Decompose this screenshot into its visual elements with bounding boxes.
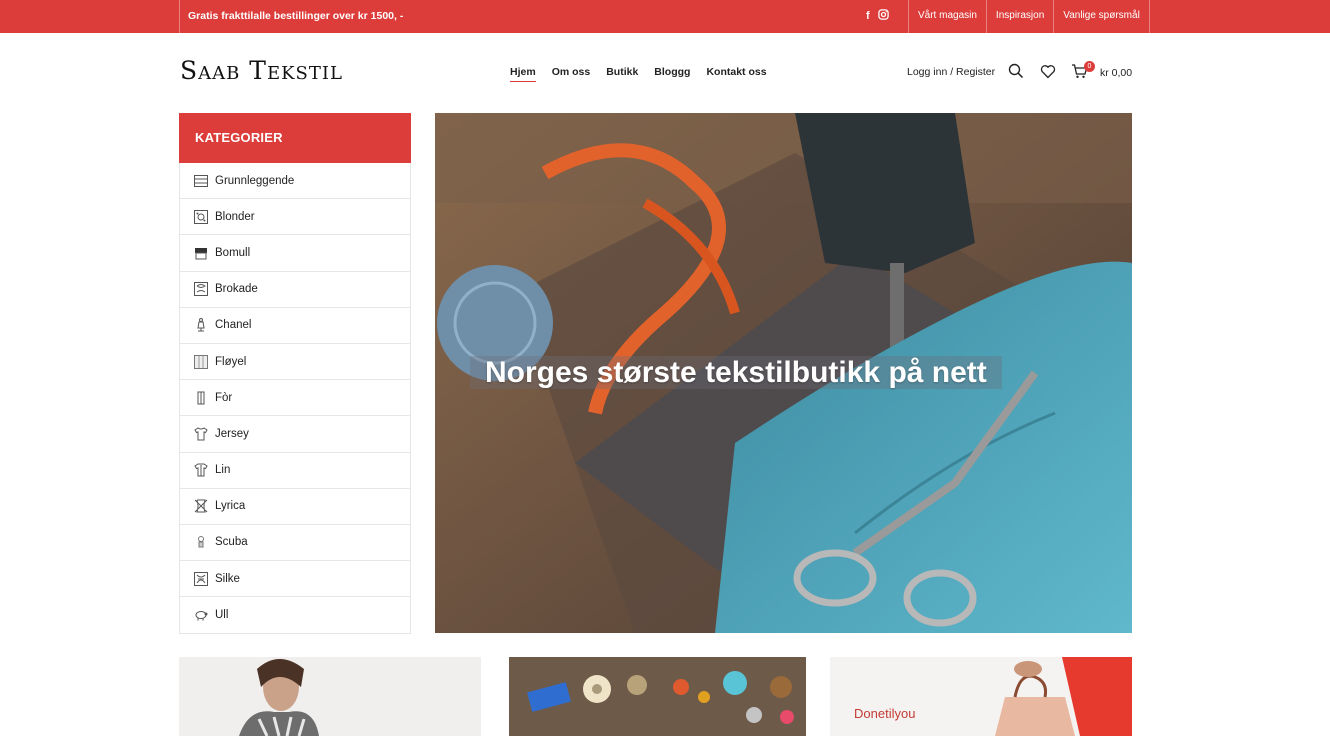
category-label: Lin [215,464,231,477]
heart-icon[interactable] [1039,62,1057,80]
handbag-image [830,657,1132,736]
promo-tile-buttons[interactable] [509,657,806,736]
category-label: Blonder [215,210,255,223]
category-sidebar: KATEGORIER Grunnleggende Blonder Bomull … [179,113,411,635]
stretch-icon [194,499,208,513]
category-label: Scuba [215,536,248,549]
cart-count-badge: 0 [1084,61,1095,72]
category-item-bomull[interactable]: Bomull [180,235,410,272]
promo-tile-fashion[interactable] [179,657,481,736]
scuba-icon [194,535,208,549]
top-bar: Gratis frakttilalle bestillinger over kr… [0,0,1330,33]
top-link-magazine[interactable]: Vårt magasin [908,0,986,33]
sheep-icon [194,608,208,622]
fabric-roll-icon [194,174,208,188]
category-label: Jersey [215,427,249,440]
category-list: Grunnleggende Blonder Bomull Brokade Cha… [179,163,411,635]
instagram-icon[interactable] [877,9,889,24]
top-link-inspiration[interactable]: Inspirasjon [985,0,1053,33]
category-item-scuba[interactable]: Scuba [180,525,410,562]
category-label: Ull [215,609,229,622]
category-item-lin[interactable]: Lin [180,453,410,489]
lace-icon [194,209,208,224]
category-item-blonder[interactable]: Blonder [180,199,410,236]
search-icon[interactable] [1007,62,1025,80]
top-bar-divider [179,0,180,33]
login-register-link[interactable]: Logg inn / Register [907,66,995,78]
social-links: f [866,9,889,24]
category-item-ull[interactable]: Ull [180,597,410,633]
top-link-faq[interactable]: Vanlige spørsmål [1053,0,1150,33]
promo-tile-bags[interactable]: Donetilyou [830,657,1132,736]
lining-icon [194,391,208,405]
linen-shirt-icon [194,463,208,477]
category-item-brokade[interactable]: Brokade [180,272,410,308]
top-links: Vårt magasin Inspirasjon Vanlige spørsmå… [908,0,1150,33]
category-item-floyel[interactable]: Fløyel [180,344,410,381]
category-label: Brokade [215,283,258,296]
category-item-for[interactable]: Fòr [180,380,410,417]
category-label: Fløyel [215,355,247,368]
nav-home[interactable]: Hjem [510,66,536,82]
nav-shop[interactable]: Butikk [606,66,638,82]
velvet-icon [194,354,208,369]
mannequin-icon [194,318,208,332]
category-label: Chanel [215,319,252,332]
cotton-icon [194,246,208,260]
category-label: Grunnleggende [215,174,295,187]
silk-icon [194,571,208,586]
sidebar-title: KATEGORIER [179,113,411,163]
category-item-jersey[interactable]: Jersey [180,416,410,453]
category-item-silke[interactable]: Silke [180,561,410,598]
category-label: Lyrica [215,500,246,513]
main-nav: Hjem Om oss Butikk Bloggg Kontakt oss [510,66,767,82]
brand-name: Donetilyou [854,706,916,721]
category-item-lyrica[interactable]: Lyrica [180,489,410,525]
shipping-promo: Gratis frakttilalle bestillinger over kr… [188,10,404,22]
category-label: Fòr [215,391,233,404]
brocade-icon [194,282,208,297]
nav-contact[interactable]: Kontakt oss [706,66,766,82]
nav-about[interactable]: Om oss [552,66,591,82]
category-item-chanel[interactable]: Chanel [180,308,410,344]
model-image [179,657,481,736]
category-item-grunnleggende[interactable]: Grunnleggende [180,163,410,200]
category-label: Bomull [215,246,251,259]
facebook-icon[interactable]: f [866,9,870,24]
hero-title: Norges største tekstilbutikk på nett [470,356,1002,389]
category-label: Silke [215,572,240,585]
site-logo[interactable]: Saab Tekstil [180,56,343,85]
buttons-image [509,657,806,736]
cart-total[interactable]: kr 0,00 [1100,67,1132,79]
nav-blog[interactable]: Bloggg [654,66,690,82]
shirt-icon [194,427,208,441]
